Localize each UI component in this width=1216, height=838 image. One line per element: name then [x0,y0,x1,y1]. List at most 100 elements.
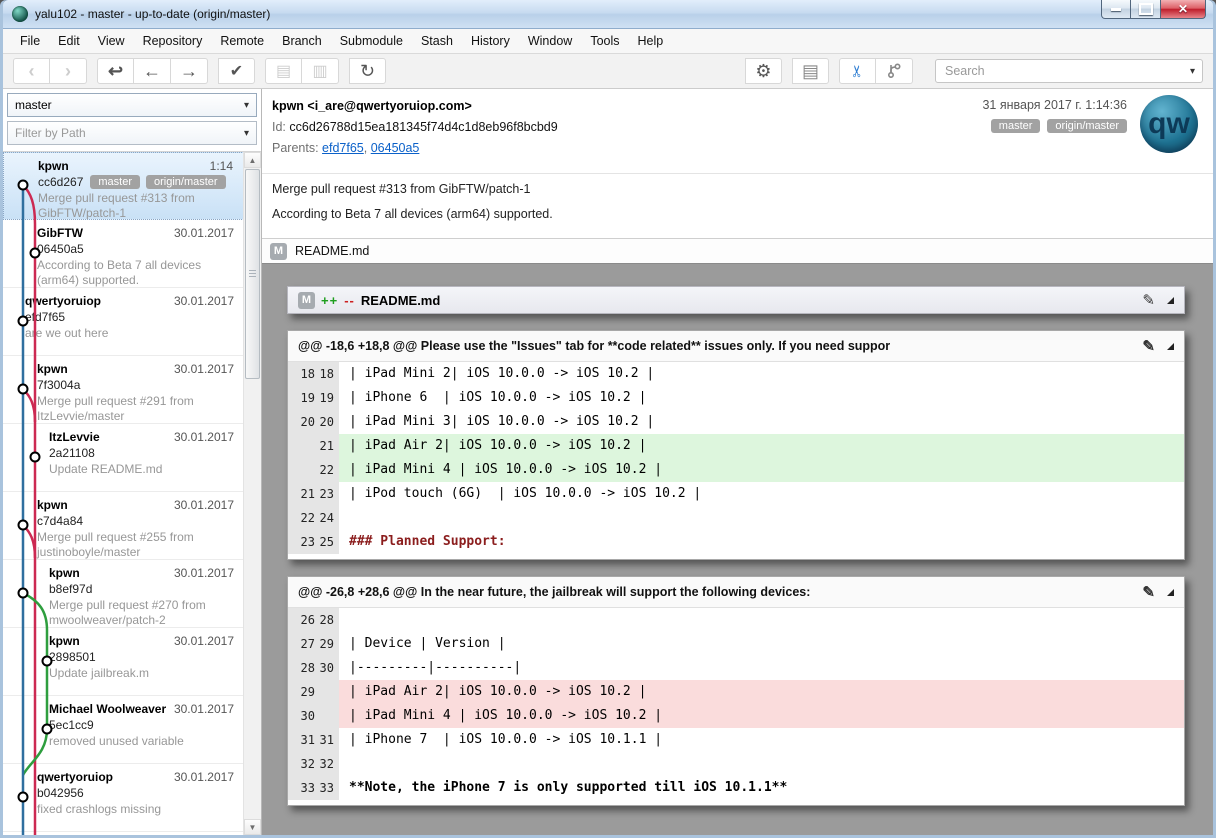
old-line-number: 21 [296,482,315,506]
diff-file-name: README.md [361,293,440,308]
push-icon: → [180,61,198,82]
commit-row[interactable]: kpwn 1:14 cc6d267 masterorigin/master Me… [3,152,244,220]
refresh-button[interactable]: ↻ [349,58,386,84]
undo-icon: ↩ [108,61,123,82]
terminal-button[interactable]: ▤ [792,58,829,84]
scrollbar-thumb[interactable] [245,169,260,379]
diff-line[interactable]: 20 20 | iPad Mini 3| iOS 10.0.0 -> iOS 1… [288,410,1184,434]
undo-button[interactable]: ↩ [97,58,134,84]
menu-window[interactable]: Window [519,31,581,51]
menu-view[interactable]: View [89,31,134,51]
menu-file[interactable]: File [11,31,49,51]
commit-message-line: According to Beta 7 all devices (arm64) … [272,207,1203,222]
minimize-button[interactable] [1101,0,1131,19]
commit-sha: b8ef97d [49,582,92,596]
scroll-up-button[interactable]: ▲ [244,152,261,168]
diff-line[interactable]: 31 31 | iPhone 7 | iOS 10.0.0 -> iOS 10.… [288,728,1184,752]
parent-link[interactable]: efd7f65 [322,141,364,155]
commit-row[interactable]: kpwn 30.01.2017 c7d4a84 Merge pull reque… [3,492,244,560]
menu-remote[interactable]: Remote [211,31,273,51]
merge-button[interactable]: ✂ [839,58,876,84]
commit-row[interactable]: qwertyoruiop 30.01.2017 b042956 fixed cr… [3,764,244,832]
edit-pencil-icon[interactable]: ✎ [1142,337,1155,355]
diff-line[interactable]: 29 | iPad Air 2| iOS 10.0.0 -> iOS 10.2 … [288,680,1184,704]
diff-line[interactable]: 19 19 | iPhone 6 | iOS 10.0.0 -> iOS 10.… [288,386,1184,410]
refresh-group: ↻ [349,58,386,84]
commit-button[interactable]: ✔ [218,58,255,84]
diff-line[interactable]: 30 | iPad Mini 4 | iOS 10.0.0 -> iOS 10.… [288,704,1184,728]
old-line-number: 27 [296,632,315,656]
collapse-triangle-icon[interactable] [1167,297,1174,304]
commit-row[interactable]: ItzLevvie 30.01.2017 2a21108 Update READ… [3,424,244,492]
diff-line[interactable]: 28 30 |---------|----------| [288,656,1184,680]
search-input[interactable] [943,63,1190,79]
commit-row[interactable]: qwertyoruiop 30.01.2017 efd7f65 are we o… [3,288,244,356]
diff-line[interactable]: 21 23 | iPod touch (6G) | iOS 10.0.0 -> … [288,482,1184,506]
settings-button[interactable]: ⚙ [745,58,782,84]
commit-row[interactable]: kpwn 30.01.2017 2898501 Update jailbreak… [3,628,244,696]
scroll-up-icon: ▲ [249,156,257,165]
menu-submodule[interactable]: Submodule [331,31,412,51]
maximize-button[interactable] [1131,0,1160,19]
collapse-triangle-icon[interactable] [1167,589,1174,596]
close-button[interactable]: ✕ [1160,0,1206,19]
commit-sha: 7f3004a [37,378,80,392]
title-bar[interactable]: yalu102 - master - up-to-date (origin/ma… [3,0,1213,29]
diff-line[interactable]: 27 29 | Device | Version | [288,632,1184,656]
hunk-header: @@ -18,6 +18,8 @@ Please use the "Issues… [298,339,890,353]
stash-button[interactable]: ▤ [265,58,302,84]
diff-line[interactable]: 23 25 ### Planned Support: [288,530,1184,554]
file-name: README.md [295,244,369,258]
file-list-row[interactable]: M README.md [262,238,1213,263]
scroll-down-button[interactable]: ▼ [244,819,261,835]
old-line-number: 32 [296,752,315,776]
branch-select[interactable]: master ▾ [7,93,257,117]
diff-line[interactable]: 22 | iPad Mini 4 | iOS 10.0.0 -> iOS 10.… [288,458,1184,482]
commit-author: qwertyoruiop [37,770,113,784]
commit-row[interactable]: kpwn 30.01.2017 b8ef97d Merge pull reque… [3,560,244,628]
commit-message: According to Beta 7 all devices (arm64) … [37,256,244,288]
diff-line[interactable]: 33 33 **Note, the iPhone 7 is only suppo… [288,776,1184,800]
commit-row[interactable]: GibFTW 30.01.2017 06450a5 According to B… [3,220,244,288]
diff-line[interactable]: 32 32 [288,752,1184,776]
path-filter-select[interactable]: Filter by Path ▾ [7,121,257,145]
new-line-number: 20 [315,410,334,434]
menu-help[interactable]: Help [629,31,673,51]
diff-line[interactable]: 18 18 | iPad Mini 2| iOS 10.0.0 -> iOS 1… [288,362,1184,386]
new-line-number: 30 [315,656,334,680]
diff-line[interactable]: 21 | iPad Air 2| iOS 10.0.0 -> iOS 10.2 … [288,434,1184,458]
commit-row[interactable]: kpwn 30.01.2017 7f3004a Merge pull reque… [3,356,244,424]
file-status-badge: M [298,292,315,309]
push-button[interactable]: → [171,58,208,84]
branch-select-value: master [15,98,52,112]
search-box: ▾ [935,59,1203,83]
diff-line[interactable]: 22 24 [288,506,1184,530]
menu-edit[interactable]: Edit [49,31,89,51]
menu-tools[interactable]: Tools [581,31,628,51]
edit-pencil-icon[interactable]: ✎ [1142,583,1155,601]
old-line-number: 29 [296,680,315,704]
unstash-icon: ▥ [312,61,327,81]
nav-forward-button[interactable]: › [50,58,87,84]
path-filter-placeholder: Filter by Path [15,126,86,140]
old-line-number: 30 [296,704,315,728]
diff-line[interactable]: 26 28 [288,608,1184,632]
commit-author: qwertyoruiop [25,294,101,308]
commit-sha: 2898501 [49,650,96,664]
parent-link[interactable]: 06450a5 [371,141,420,155]
search-dropdown-icon[interactable]: ▾ [1190,66,1195,77]
menu-branch[interactable]: Branch [273,31,331,51]
commit-row[interactable]: Michael Woolweaver 30.01.2017 5ec1cc9 re… [3,696,244,764]
line-text: |---------|----------| [339,656,1184,680]
nav-back-button[interactable]: ‹ [13,58,50,84]
commit-message: Update jailbreak.m [49,664,244,681]
collapse-triangle-icon[interactable] [1167,343,1174,350]
edit-pencil-icon[interactable]: ✎ [1142,291,1155,309]
graph-button[interactable] [876,58,913,84]
menu-repository[interactable]: Repository [134,31,212,51]
menu-stash[interactable]: Stash [412,31,462,51]
menu-history[interactable]: History [462,31,519,51]
pull-button[interactable]: ← [134,58,171,84]
line-text: **Note, the iPhone 7 is only supported t… [339,776,1184,800]
unstash-button[interactable]: ▥ [302,58,339,84]
